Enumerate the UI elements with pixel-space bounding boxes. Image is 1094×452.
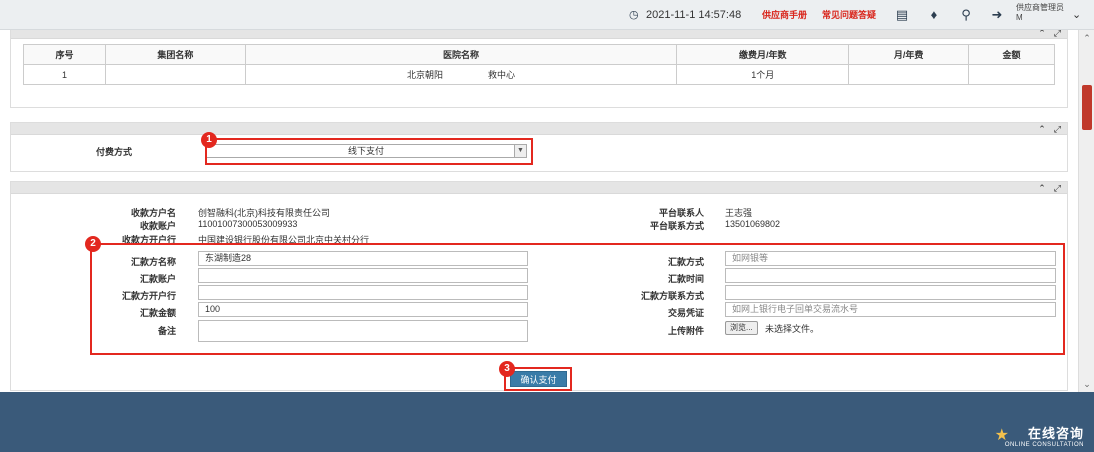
platform-contact-value: 王志强 xyxy=(725,208,753,218)
clock-icon: ◷ xyxy=(629,9,639,21)
platform-phone-value: 13501069802 xyxy=(725,219,781,229)
cell-fee xyxy=(848,64,970,85)
key-icon[interactable]: ⚲ xyxy=(957,6,975,24)
user-menu[interactable]: 供应商管理员 M xyxy=(1016,3,1064,23)
payee-account-label: 收款账户 xyxy=(139,221,176,231)
logout-icon[interactable]: ➜ xyxy=(988,6,1006,24)
table-row: 1 北京朝阳 救中心 1个月 xyxy=(23,64,1055,85)
platform-phone-label: 平台联系方式 xyxy=(649,221,704,231)
col-header-amount: 金额 xyxy=(968,44,1055,65)
payee-name-value: 创智融科(北京)科技有限责任公司 xyxy=(198,208,330,218)
col-header-fee: 月/年费 xyxy=(848,44,970,65)
collapse-icon[interactable]: ⌃ xyxy=(1038,183,1046,193)
user-role: 供应商管理员 xyxy=(1016,3,1064,12)
scrollbar-thumb[interactable] xyxy=(1082,85,1092,130)
scroll-down-icon[interactable]: ⌄ xyxy=(1082,379,1092,389)
supplier-manual-link[interactable]: 供应商手册 xyxy=(762,0,807,30)
highlight-box-2 xyxy=(90,243,1065,355)
scroll-up-icon[interactable]: ⌃ xyxy=(1082,33,1092,43)
payee-name-label: 收款方户名 xyxy=(130,208,176,218)
top-bar: ◷ 2021-11-1 14:57:48 供应商手册 常见问题答疑 ▤ ♦ ⚲ … xyxy=(0,0,1094,30)
panel-header: ⌃ ⤢ xyxy=(11,123,1067,135)
col-header-index: 序号 xyxy=(23,44,106,65)
page-scrollbar[interactable]: ⌃ ⌄ xyxy=(1078,30,1094,392)
col-header-group: 集团名称 xyxy=(104,44,246,65)
payment-method-label: 付费方式 xyxy=(96,147,133,157)
consult-title: 在线咨询 xyxy=(1027,426,1084,441)
chevron-down-icon[interactable]: ⌄ xyxy=(1072,8,1081,21)
consult-subtitle: ONLINE CONSULTATION xyxy=(1004,442,1084,448)
panel-header: ⌃ ⤢ xyxy=(11,182,1067,194)
cell-duration: 1个月 xyxy=(676,64,850,85)
cell-index: 1 xyxy=(23,64,106,85)
hospital-panel: ⌃ ⤢ 序号 集团名称 医院名称 缴费月/年数 月/年费 金额 1 北京朝阳 救中… xyxy=(10,30,1068,108)
panel-header: ⌃ ⤢ xyxy=(11,30,1067,39)
online-consultation[interactable]: 在线咨询 ONLINE CONSULTATION xyxy=(1005,423,1084,448)
user-name: M xyxy=(1016,13,1023,22)
hospital-table: 序号 集团名称 医院名称 缴费月/年数 月/年费 金额 1 北京朝阳 救中心 1… xyxy=(23,44,1055,85)
step-badge-2: 2 xyxy=(85,236,101,252)
col-header-duration: 缴费月/年数 xyxy=(676,44,850,65)
highlight-box-1 xyxy=(205,138,533,165)
footer-bar: ★ 在线咨询 ONLINE CONSULTATION xyxy=(0,392,1094,452)
platform-contact-label: 平台联系人 xyxy=(658,208,704,218)
payment-method-panel: ⌃ ⤢ xyxy=(10,122,1068,172)
step-badge-1: 1 xyxy=(201,132,217,148)
payee-account-value: 11001007300053009933 xyxy=(198,219,298,229)
expand-icon[interactable]: ⤢ xyxy=(1054,30,1061,38)
bell-icon[interactable]: ♦ xyxy=(925,6,943,24)
col-header-hospital: 医院名称 xyxy=(244,44,678,65)
cell-group xyxy=(104,64,246,85)
expand-icon[interactable]: ⤢ xyxy=(1054,124,1061,134)
keyboard-icon[interactable]: ▤ xyxy=(893,6,911,24)
collapse-icon[interactable]: ⌃ xyxy=(1038,124,1046,134)
step-badge-3: 3 xyxy=(499,361,515,377)
faq-link[interactable]: 常见问题答疑 xyxy=(822,0,876,30)
expand-icon[interactable]: ⤢ xyxy=(1054,183,1061,193)
collapse-icon[interactable]: ⌃ xyxy=(1038,30,1046,38)
cell-amount xyxy=(968,64,1055,85)
current-datetime: 2021-11-1 14:57:48 xyxy=(646,9,742,21)
cell-hospital: 北京朝阳 救中心 xyxy=(244,64,678,85)
